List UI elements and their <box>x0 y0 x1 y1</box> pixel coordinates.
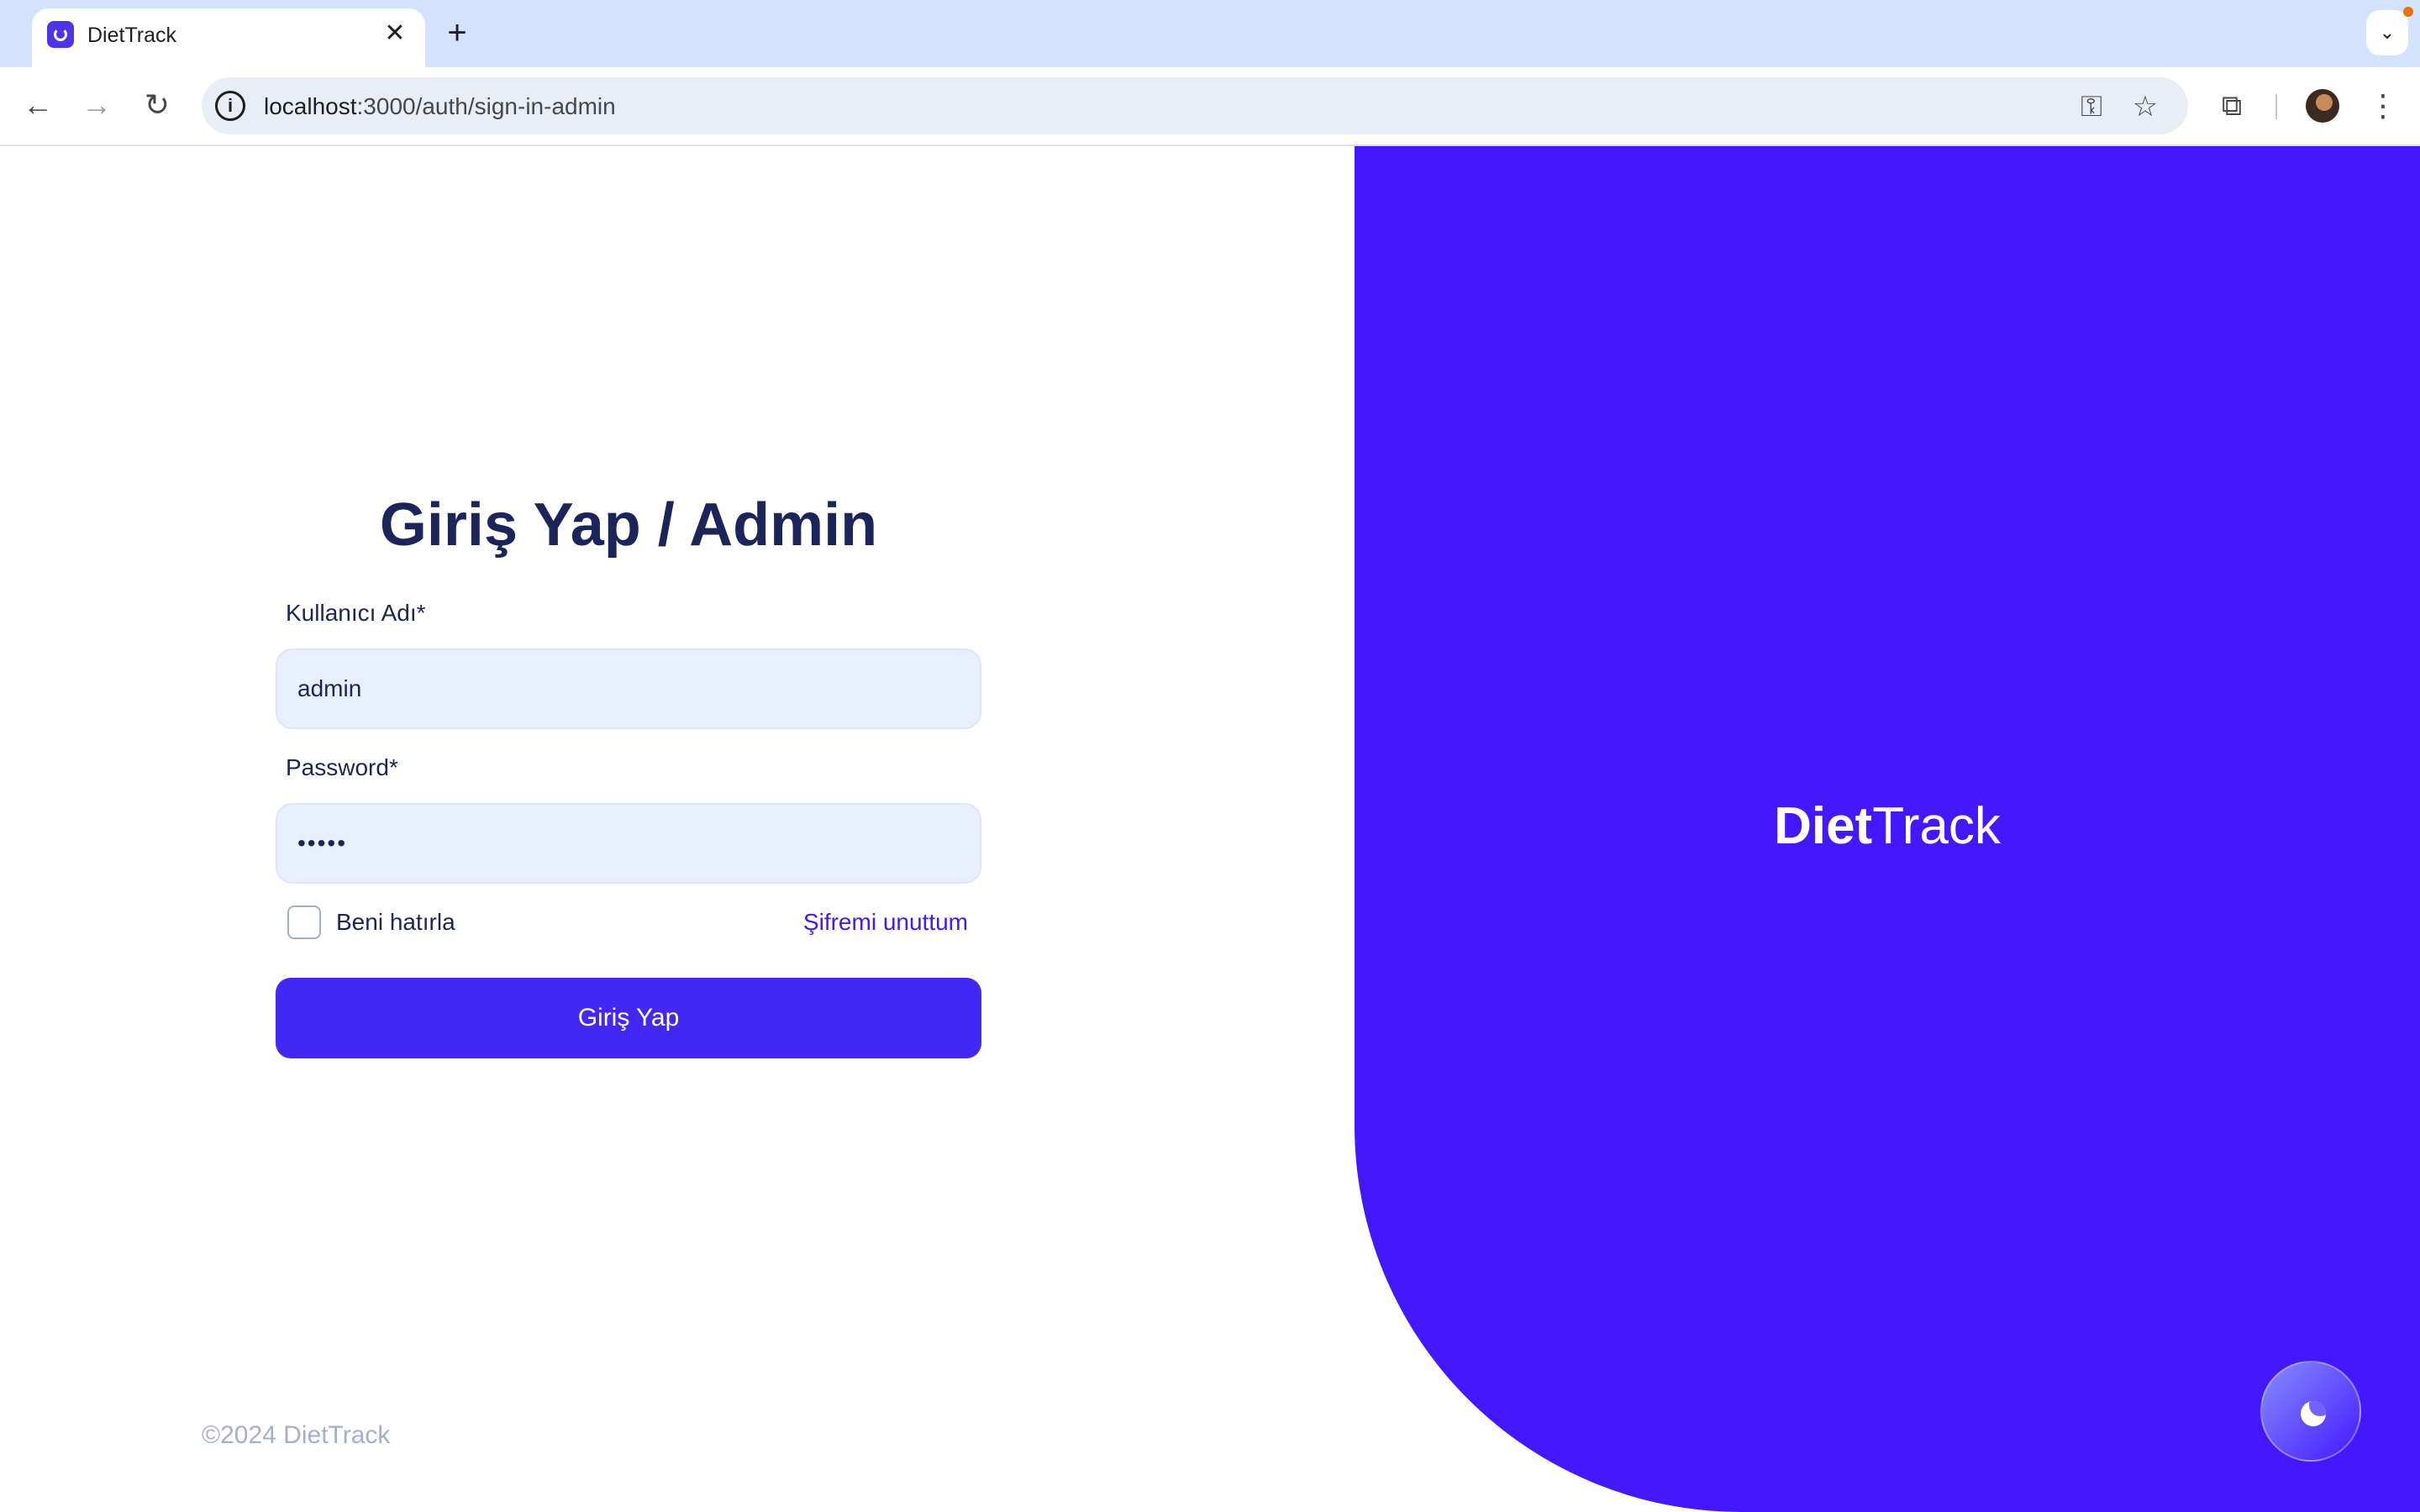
forgot-password-link[interactable]: Şifremi unuttum <box>803 909 968 936</box>
reload-icon[interactable]: ↻ <box>136 84 178 126</box>
copyright-text: ©2024 DietTrack <box>202 1421 391 1449</box>
password-input[interactable]: ••••• <box>276 803 981 884</box>
remember-label: Beni hatırla <box>336 909 455 935</box>
url-text[interactable]: localhost:3000/auth/sign-in-admin <box>264 93 616 120</box>
brand-logo: DietTrack <box>1355 796 2420 856</box>
browser-menu-icon[interactable]: ⋮ <box>2366 87 2400 124</box>
extensions-icon[interactable]: ⧉ <box>2213 87 2250 124</box>
browser-tab-strip: DietTrack ✕ + ⌄ <box>0 0 2420 67</box>
back-icon[interactable]: ← <box>17 84 59 126</box>
new-tab-button[interactable]: + <box>439 15 476 52</box>
site-info-icon[interactable]: i <box>215 91 245 121</box>
profile-avatar[interactable] <box>2306 89 2339 123</box>
tab-search-button[interactable]: ⌄ <box>2366 10 2408 55</box>
username-input[interactable] <box>276 648 981 729</box>
address-bar[interactable]: i localhost:3000/auth/sign-in-admin ⚿ ☆ <box>202 77 2188 134</box>
tab-title: DietTrack <box>87 24 177 47</box>
username-label: Kullanıcı Adı* <box>286 600 426 626</box>
toolbar-divider <box>2275 94 2277 119</box>
bookmark-star-icon[interactable]: ☆ <box>2128 89 2163 124</box>
page-content: Giriş Yap / Admin Kullanıcı Adı* Passwor… <box>0 146 2420 1512</box>
favicon-icon <box>47 21 74 48</box>
sign-in-button[interactable]: Giriş Yap <box>276 978 981 1058</box>
close-tab-icon[interactable]: ✕ <box>380 18 410 49</box>
browser-tab-active[interactable]: DietTrack ✕ <box>32 8 425 67</box>
password-mask: ••••• <box>297 830 348 856</box>
password-key-icon[interactable]: ⚿ <box>2074 89 2109 124</box>
theme-toggle-button[interactable] <box>2260 1361 2361 1462</box>
notification-dot <box>2403 7 2413 17</box>
remember-checkbox[interactable] <box>287 906 321 939</box>
browser-toolbar: ← → ↻ i localhost:3000/auth/sign-in-admi… <box>0 67 2420 146</box>
brand-logo-light: Track <box>1872 797 2001 855</box>
page-title: Giriş Yap / Admin <box>379 491 878 559</box>
forward-icon[interactable]: → <box>76 84 118 126</box>
brand-logo-bold: Diet <box>1774 797 1873 855</box>
url-path: :3000/auth/sign-in-admin <box>356 93 616 119</box>
url-host: localhost <box>264 93 357 119</box>
moon-icon <box>2301 1401 2326 1426</box>
brand-panel: DietTrack <box>1355 146 2420 1512</box>
password-label: Password* <box>286 754 398 780</box>
